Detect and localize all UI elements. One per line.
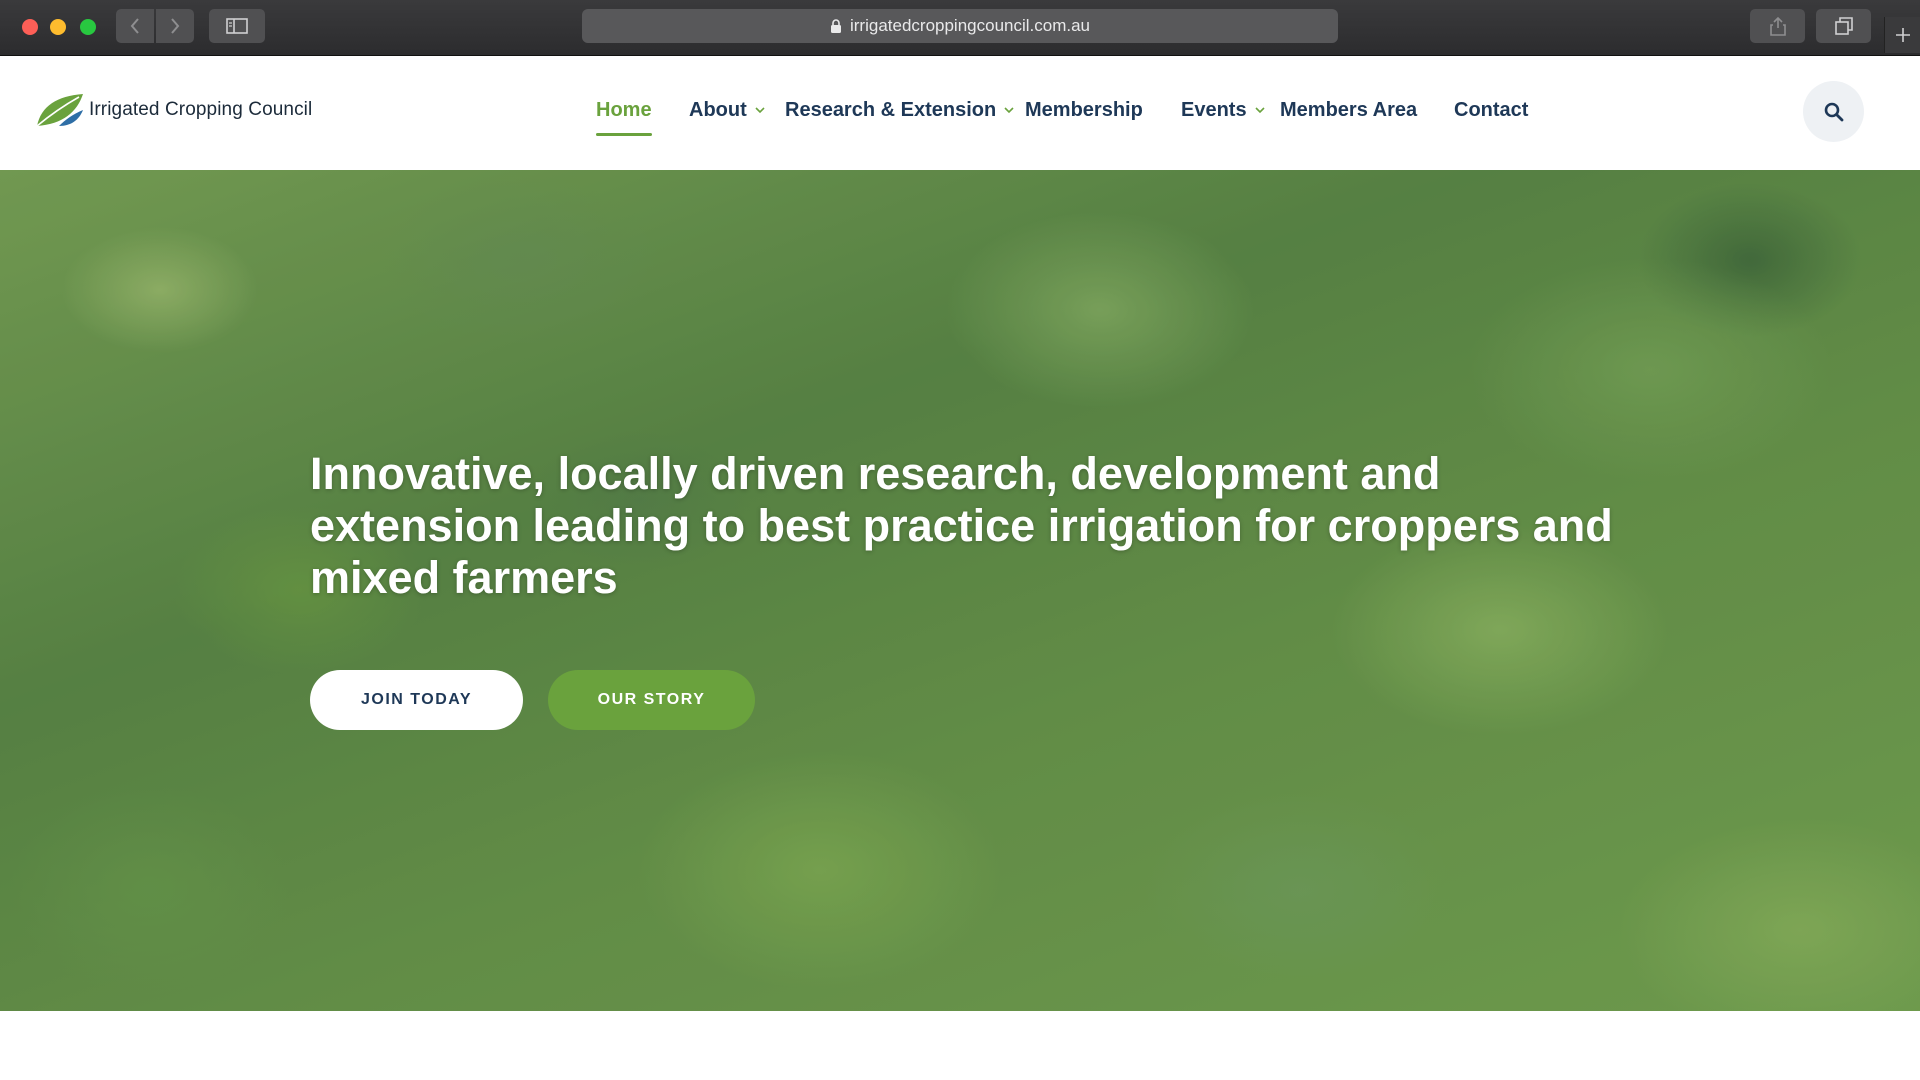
share-icon <box>1769 16 1786 36</box>
nav-events[interactable]: Events <box>1181 99 1265 122</box>
site-logo[interactable]: Irrigated Cropping Council <box>35 92 312 128</box>
logo-text: Irrigated Cropping Council <box>89 99 313 120</box>
nav-members-area[interactable]: Members Area <box>1280 99 1417 122</box>
nav-events-label: Events <box>1181 99 1247 121</box>
plus-icon <box>1896 28 1910 42</box>
forward-button[interactable] <box>156 9 194 43</box>
active-indicator <box>596 133 652 136</box>
chevron-left-icon <box>130 18 139 34</box>
nav-membership[interactable]: Membership <box>1025 99 1143 122</box>
sidebar-icon <box>226 18 248 34</box>
tabs-icon <box>1834 17 1853 35</box>
join-today-button[interactable]: JOIN TODAY <box>310 670 523 730</box>
sidebar-toggle-button[interactable] <box>209 9 265 43</box>
leaf-logo-icon <box>36 94 83 127</box>
hero-banner: Innovative, locally driven research, dev… <box>0 170 1920 1011</box>
search-icon <box>1824 102 1843 121</box>
nav-about-label: About <box>689 99 747 121</box>
zoom-window-button[interactable] <box>80 19 96 35</box>
our-story-button[interactable]: OUR STORY <box>548 670 755 730</box>
chevron-down-icon <box>1255 107 1265 114</box>
lock-icon <box>830 18 841 33</box>
hero-heading: Innovative, locally driven research, dev… <box>310 448 1613 603</box>
nav-research-extension[interactable]: Research & Extension <box>785 99 1014 122</box>
nav-research-label: Research & Extension <box>785 99 997 121</box>
search-button[interactable] <box>1803 81 1864 142</box>
url-text: irrigatedcroppingcouncil.com.au <box>849 16 1091 35</box>
chevron-right-icon <box>171 18 180 34</box>
nav-home[interactable]: Home <box>596 99 652 136</box>
nav-members-area-label: Members Area <box>1280 99 1418 121</box>
nav-home-label: Home <box>596 99 652 121</box>
address-bar[interactable]: irrigatedcroppingcouncil.com.au <box>582 9 1338 43</box>
minimize-window-button[interactable] <box>50 19 66 35</box>
browser-toolbar: irrigatedcroppingcouncil.com.au <box>0 0 1920 56</box>
new-tab-button[interactable] <box>1884 17 1920 53</box>
nav-membership-label: Membership <box>1025 99 1143 121</box>
site-header: Irrigated Cropping Council Home About Re… <box>0 56 1920 169</box>
nav-contact[interactable]: Contact <box>1454 99 1528 122</box>
show-tabs-button[interactable] <box>1816 9 1871 43</box>
chevron-down-icon <box>755 107 765 114</box>
chevron-down-icon <box>1004 107 1014 114</box>
share-button[interactable] <box>1750 9 1805 43</box>
back-button[interactable] <box>116 9 154 43</box>
close-window-button[interactable] <box>22 19 38 35</box>
nav-about[interactable]: About <box>689 99 765 122</box>
nav-contact-label: Contact <box>1454 99 1529 121</box>
